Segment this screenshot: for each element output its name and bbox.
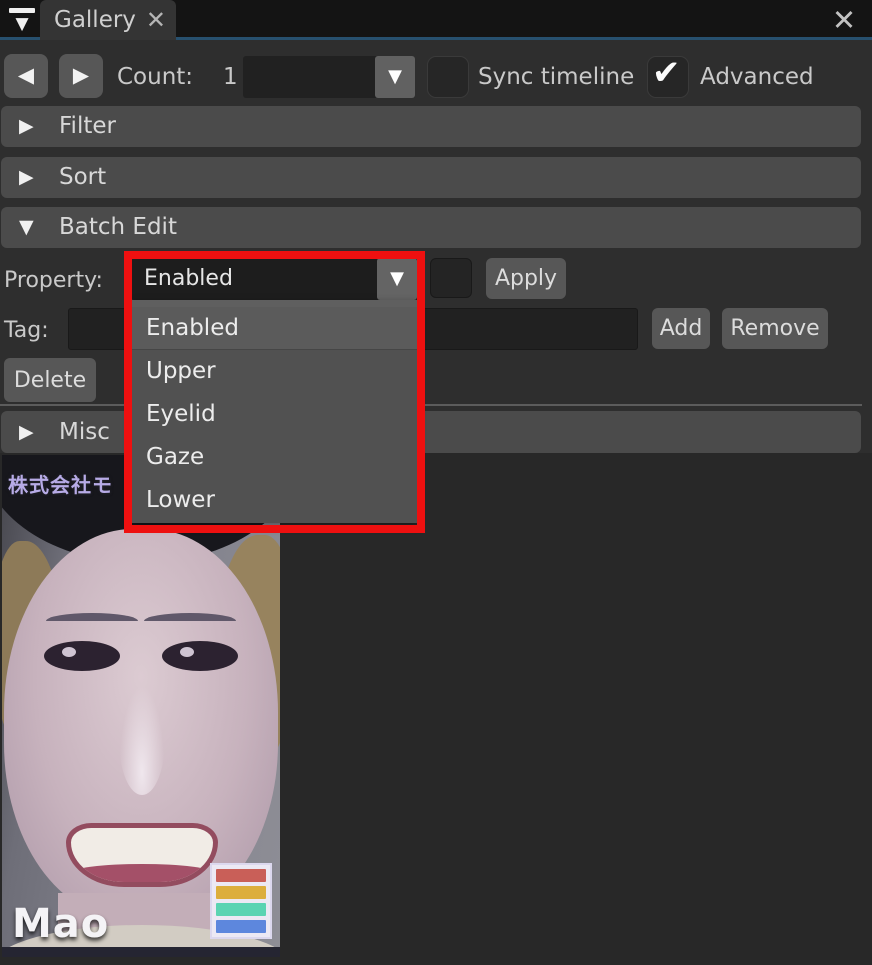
badge-color-bar <box>216 886 266 899</box>
dock-menu-button[interactable]: ▼ <box>6 6 38 34</box>
eye-shape <box>44 641 120 671</box>
dock-arrow-icon: ▼ <box>6 10 38 38</box>
count-label: Count: <box>117 64 193 90</box>
badge-color-bar <box>216 869 266 882</box>
next-arrow-icon: ▶ <box>73 64 89 87</box>
eye-shape <box>162 641 238 671</box>
dropdown-option-enabled[interactable]: Enabled <box>132 307 417 350</box>
delete-button[interactable]: Delete <box>4 358 96 402</box>
smile-shape <box>66 823 218 887</box>
property-label: Property: <box>4 268 103 293</box>
dropdown-option-eyelid[interactable]: Eyelid <box>132 393 417 436</box>
preset-dropdown[interactable]: ▼ <box>243 56 415 98</box>
property-combobox-button[interactable]: ▼ <box>377 258 417 300</box>
badge-color-bar <box>216 920 266 933</box>
collapsed-arrow-icon: ▶ <box>19 411 34 452</box>
property-combobox-value: Enabled <box>144 258 233 300</box>
tab-gallery[interactable]: Gallery ✕ <box>40 0 176 40</box>
count-value: 1 <box>223 64 238 90</box>
dropdown-arrow-icon: ▼ <box>390 268 404 289</box>
section-sort-label: Sort <box>59 157 106 198</box>
section-batch-edit-label: Batch Edit <box>59 207 177 248</box>
property-value-field[interactable] <box>430 258 472 298</box>
section-misc[interactable]: ▶ Misc <box>1 411 861 453</box>
popup-top-strip <box>132 300 417 307</box>
eyebrow-shape <box>46 613 138 629</box>
shirt-shape <box>2 947 280 957</box>
lip-shape <box>71 864 213 882</box>
collapsed-arrow-icon: ▶ <box>19 157 34 198</box>
section-divider <box>0 404 862 406</box>
gallery-thumbnail-mao[interactable]: 株式会社モ Mao <box>2 455 280 957</box>
remove-button[interactable]: Remove <box>722 308 828 349</box>
advanced-label: Advanced <box>700 64 814 90</box>
section-batch-edit[interactable]: ▼ Batch Edit <box>1 207 861 248</box>
preset-dropdown-button[interactable]: ▼ <box>375 56 415 98</box>
sync-timeline-label: Sync timeline <box>478 64 634 90</box>
check-icon: ✔ <box>652 53 681 93</box>
expanded-arrow-icon: ▼ <box>19 207 34 248</box>
section-sort[interactable]: ▶ Sort <box>1 157 861 198</box>
property-dropdown-popup: Enabled Upper Eyelid Gaze Lower <box>132 300 417 523</box>
nose-highlight <box>119 685 165 795</box>
eye-glint <box>180 647 194 657</box>
gallery-panel: ▼ Gallery ✕ ✕ ◀ ▶ Count: 1 ▼ Sync timeli… <box>0 0 872 965</box>
dropdown-arrow-icon: ▼ <box>388 66 402 87</box>
next-button[interactable]: ▶ <box>59 54 103 98</box>
tab-close-icon[interactable]: ✕ <box>146 8 166 32</box>
dropdown-option-lower[interactable]: Lower <box>132 479 417 522</box>
prev-button[interactable]: ◀ <box>4 54 48 98</box>
collapsed-arrow-icon: ▶ <box>19 106 34 147</box>
thumbnail-watermark: 株式会社モ <box>8 469 113 498</box>
color-badge <box>210 863 272 939</box>
title-bar: ▼ Gallery ✕ ✕ <box>0 0 872 40</box>
section-filter-label: Filter <box>59 106 116 147</box>
tag-label: Tag: <box>4 318 49 343</box>
section-filter[interactable]: ▶ Filter <box>1 106 861 147</box>
sync-timeline-checkbox[interactable] <box>427 56 469 98</box>
add-button[interactable]: Add <box>652 308 710 349</box>
advanced-checkbox[interactable]: ✔ <box>647 56 689 98</box>
badge-color-bar <box>216 903 266 916</box>
eye-glint <box>62 647 76 657</box>
tab-label: Gallery <box>54 7 136 33</box>
dropdown-option-gaze[interactable]: Gaze <box>132 436 417 479</box>
thumbnail-name: Mao <box>12 901 109 947</box>
window-close-icon[interactable]: ✕ <box>824 2 864 38</box>
section-misc-label: Misc <box>59 411 110 452</box>
eyebrow-shape <box>144 613 236 629</box>
dropdown-option-upper[interactable]: Upper <box>132 350 417 393</box>
property-combobox[interactable]: Enabled ▼ <box>132 258 417 300</box>
prev-arrow-icon: ◀ <box>18 64 34 87</box>
apply-button[interactable]: Apply <box>486 258 566 299</box>
